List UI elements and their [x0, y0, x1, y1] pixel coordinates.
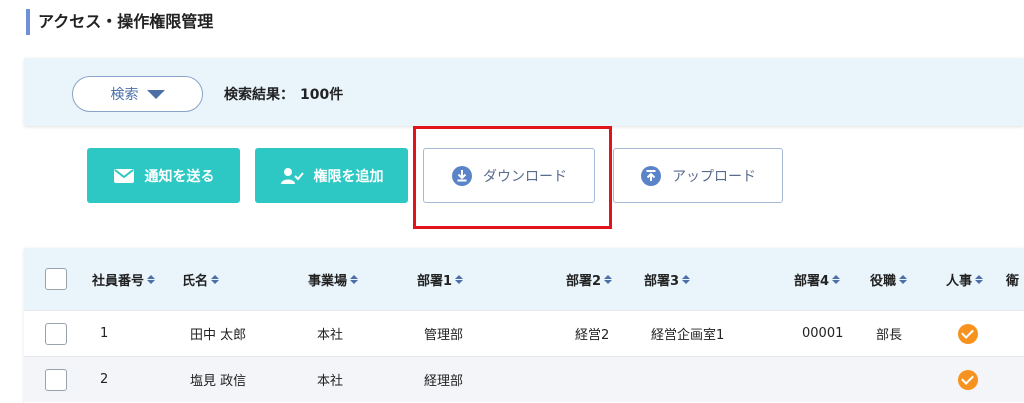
cell-dept4: 00001	[802, 326, 844, 341]
search-panel: 検索 検索結果： 100件	[24, 58, 1024, 126]
search-toggle-label: 検索	[110, 87, 139, 103]
cell-site: 本社	[317, 328, 344, 343]
row-select-cell	[45, 311, 67, 356]
upload-button[interactable]: アップロード	[613, 148, 783, 203]
upload-icon	[641, 165, 661, 186]
column-header-partial[interactable]: 衛	[1006, 248, 1019, 310]
column-header-label: 氏名	[182, 273, 209, 289]
row-select-cell	[45, 357, 67, 402]
sort-icon	[455, 274, 464, 284]
sort-icon	[604, 274, 613, 284]
cell-dept2: 経営2	[575, 328, 610, 343]
page-title: アクセス・操作権限管理	[26, 9, 213, 35]
cell-site: 本社	[317, 374, 344, 389]
upload-label: アップロード	[672, 168, 756, 185]
sort-icon	[682, 274, 691, 284]
column-header-label: 人事	[946, 273, 973, 289]
column-header-label: 役職	[870, 273, 897, 289]
column-header-label: 部署1	[417, 273, 453, 289]
select-all-checkbox[interactable]	[45, 268, 67, 290]
cell-dept1: 経理部	[424, 374, 464, 389]
sort-icon	[975, 274, 984, 284]
search-result-label: 検索結果：	[224, 87, 294, 103]
add-permission-label: 権限を追加	[313, 168, 384, 185]
cell-dept3: 経営企画室1	[651, 328, 725, 343]
send-notification-button[interactable]: 通知を送る	[87, 148, 240, 203]
column-header-label: 部署3	[644, 273, 680, 289]
column-header-label: 部署2	[566, 273, 602, 289]
cell-name: 塩見 政信	[190, 374, 247, 389]
column-header-name[interactable]: 氏名	[182, 248, 220, 310]
search-result-count: 100件	[300, 87, 344, 103]
check-circle-icon	[958, 369, 978, 390]
column-header-hr[interactable]: 人事	[946, 248, 984, 310]
table-row[interactable]: 2 塩見 政信 本社 経理部	[24, 356, 1024, 402]
caret-down-icon	[146, 89, 165, 99]
column-header-label: 社員番号	[92, 273, 145, 289]
page-root: アクセス・操作権限管理 検索 検索結果： 100件 通知を送る 権限を追加 ダウ…	[0, 0, 1024, 403]
cell-hr	[958, 311, 978, 356]
sort-icon	[211, 274, 220, 284]
column-header-label: 部署4	[794, 273, 830, 289]
column-header-dept2[interactable]: 部署2	[566, 248, 613, 310]
check-circle-icon	[958, 323, 978, 344]
add-permission-button[interactable]: 権限を追加	[255, 148, 408, 203]
cell-employee-id: 1	[100, 326, 109, 341]
column-header-position[interactable]: 役職	[870, 248, 908, 310]
sort-icon	[832, 274, 841, 284]
user-check-icon	[280, 167, 304, 184]
employee-table: 社員番号 氏名 事業場 部署1 部署2 部署3 部署4 役職 人事 衛 1 田中…	[24, 248, 1024, 403]
search-toggle-button[interactable]: 検索	[72, 76, 203, 112]
cell-hr	[958, 357, 978, 402]
column-header-dept3[interactable]: 部署3	[644, 248, 691, 310]
sort-icon	[350, 274, 359, 284]
column-header-dept1[interactable]: 部署1	[417, 248, 464, 310]
cell-dept1: 管理部	[424, 328, 464, 343]
column-header-site[interactable]: 事業場	[308, 248, 359, 310]
search-result-summary: 検索結果： 100件	[224, 84, 343, 104]
cell-name: 田中 太郎	[190, 328, 247, 343]
highlight-frame	[413, 126, 612, 229]
row-checkbox[interactable]	[45, 368, 67, 391]
send-notification-label: 通知を送る	[144, 168, 215, 185]
table-header-row: 社員番号 氏名 事業場 部署1 部署2 部署3 部署4 役職 人事 衛	[24, 248, 1024, 310]
row-checkbox[interactable]	[45, 322, 67, 345]
sort-icon	[147, 274, 156, 284]
table-row[interactable]: 1 田中 太郎 本社 管理部 経営2 経営企画室1 00001 部長	[24, 310, 1024, 356]
select-all-cell	[45, 248, 67, 310]
column-header-employee-id[interactable]: 社員番号	[92, 248, 156, 310]
cell-employee-id: 2	[100, 372, 109, 387]
column-header-label: 事業場	[308, 273, 348, 289]
column-header-dept4[interactable]: 部署4	[794, 248, 841, 310]
cell-position: 部長	[876, 328, 903, 343]
sort-icon	[899, 274, 908, 284]
column-header-label: 衛	[1006, 273, 1020, 289]
envelope-icon	[113, 168, 134, 183]
